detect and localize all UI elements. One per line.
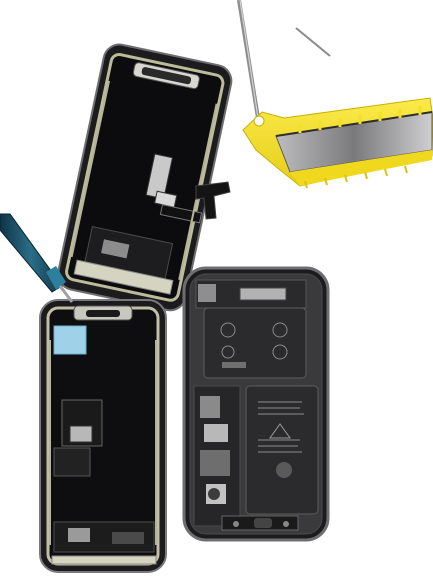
phone-frame-open: [182, 266, 330, 542]
phone-repair-photo: [0, 0, 433, 577]
display-panel-bottom: [39, 299, 167, 573]
blue-protective-sticker: [53, 325, 87, 355]
battery-cell-upper: [203, 307, 307, 379]
battery-cell-lower: [245, 385, 319, 515]
